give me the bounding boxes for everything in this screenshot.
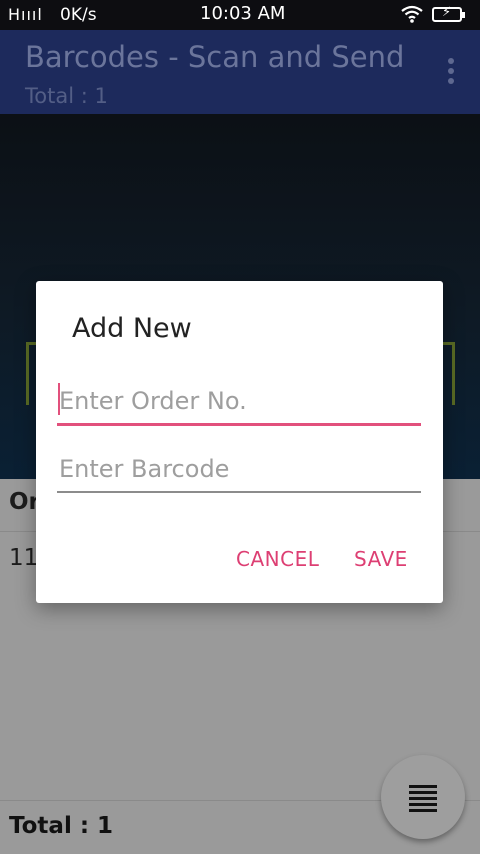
battery-charging-icon: ⚡ (432, 5, 465, 22)
list-fab-button[interactable] (381, 755, 465, 839)
dialog-title: Add New (72, 313, 192, 344)
list-icon (409, 785, 437, 815)
clock: 10:03 AM (200, 3, 286, 24)
order-number-input[interactable] (57, 379, 421, 423)
status-bar: Hıııl 0K/s 10:03 AM ⚡ (0, 0, 480, 30)
barcode-input[interactable] (57, 447, 421, 491)
order-field[interactable] (57, 379, 421, 426)
wifi-icon (400, 4, 424, 29)
text-cursor (58, 383, 60, 415)
footer-total: Total : 1 (9, 813, 114, 839)
save-button[interactable]: SAVE (354, 547, 408, 571)
app-title: Barcodes - Scan and Send (25, 40, 405, 74)
network-speed: 0K/s (60, 5, 97, 25)
barcode-field[interactable] (57, 447, 421, 493)
add-new-dialog: Add New CANCEL SAVE (36, 281, 443, 603)
cancel-button[interactable]: CANCEL (236, 547, 319, 571)
list-item-order: 11 (9, 545, 39, 571)
app-subtitle: Total : 1 (25, 84, 108, 108)
scan-frame-right (442, 342, 455, 405)
app-bar: Barcodes - Scan and Send Total : 1 (0, 30, 480, 114)
signal-icon: Hıııl (8, 5, 43, 24)
more-vert-icon[interactable] (448, 58, 456, 86)
